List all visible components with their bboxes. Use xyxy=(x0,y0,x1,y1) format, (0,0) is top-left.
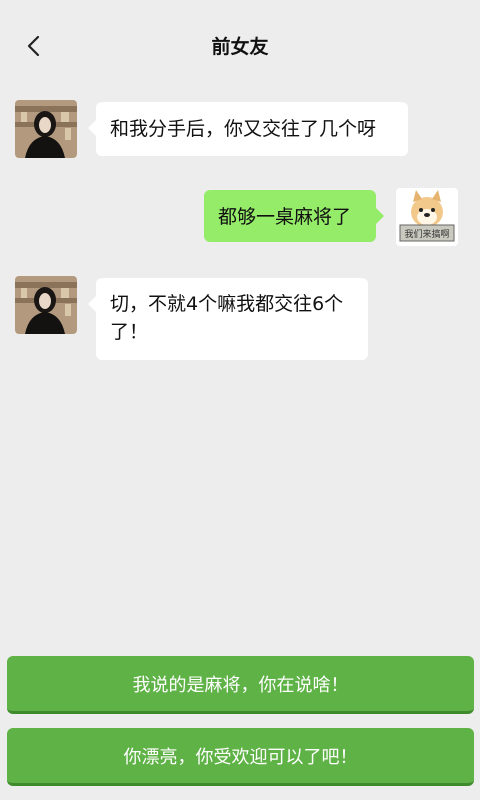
message-bubble-incoming: 切，不就4个嘛我都交往6个了！ xyxy=(88,278,368,360)
choice-label: 我说的是麻将，你在说啥！ xyxy=(132,674,349,696)
meme-caption: 我们来搞啊 xyxy=(404,228,449,240)
choice-button-1[interactable]: 我说的是麻将，你在说啥！ xyxy=(7,656,474,714)
page-title: 前女友 xyxy=(211,36,269,58)
message-text: 切，不就4个嘛我都交往6个了！ xyxy=(110,293,344,343)
message-row-incoming: 和我分手后，你又交往了几个呀 xyxy=(0,100,480,160)
message-bubble-incoming: 和我分手后，你又交往了几个呀 xyxy=(88,102,408,156)
contact-avatar[interactable] xyxy=(15,276,77,334)
choice-button-2[interactable]: 你漂亮，你受欢迎可以了吧！ xyxy=(7,728,474,786)
user-avatar[interactable]: 我们来搞啊 xyxy=(396,188,458,246)
choice-label: 你漂亮，你受欢迎可以了吧！ xyxy=(123,746,358,768)
message-text: 和我分手后，你又交往了几个呀 xyxy=(110,118,377,140)
chat-header: 前女友 xyxy=(0,0,480,88)
message-bubble-outgoing: 都够一桌麻将了 xyxy=(204,190,384,242)
contact-avatar[interactable] xyxy=(15,100,77,158)
message-text: 都够一桌麻将了 xyxy=(218,206,352,228)
message-row-incoming: 切，不就4个嘛我都交往6个了！ xyxy=(0,276,480,362)
message-row-outgoing: 都够一桌麻将了 我们来搞啊 xyxy=(0,188,480,248)
